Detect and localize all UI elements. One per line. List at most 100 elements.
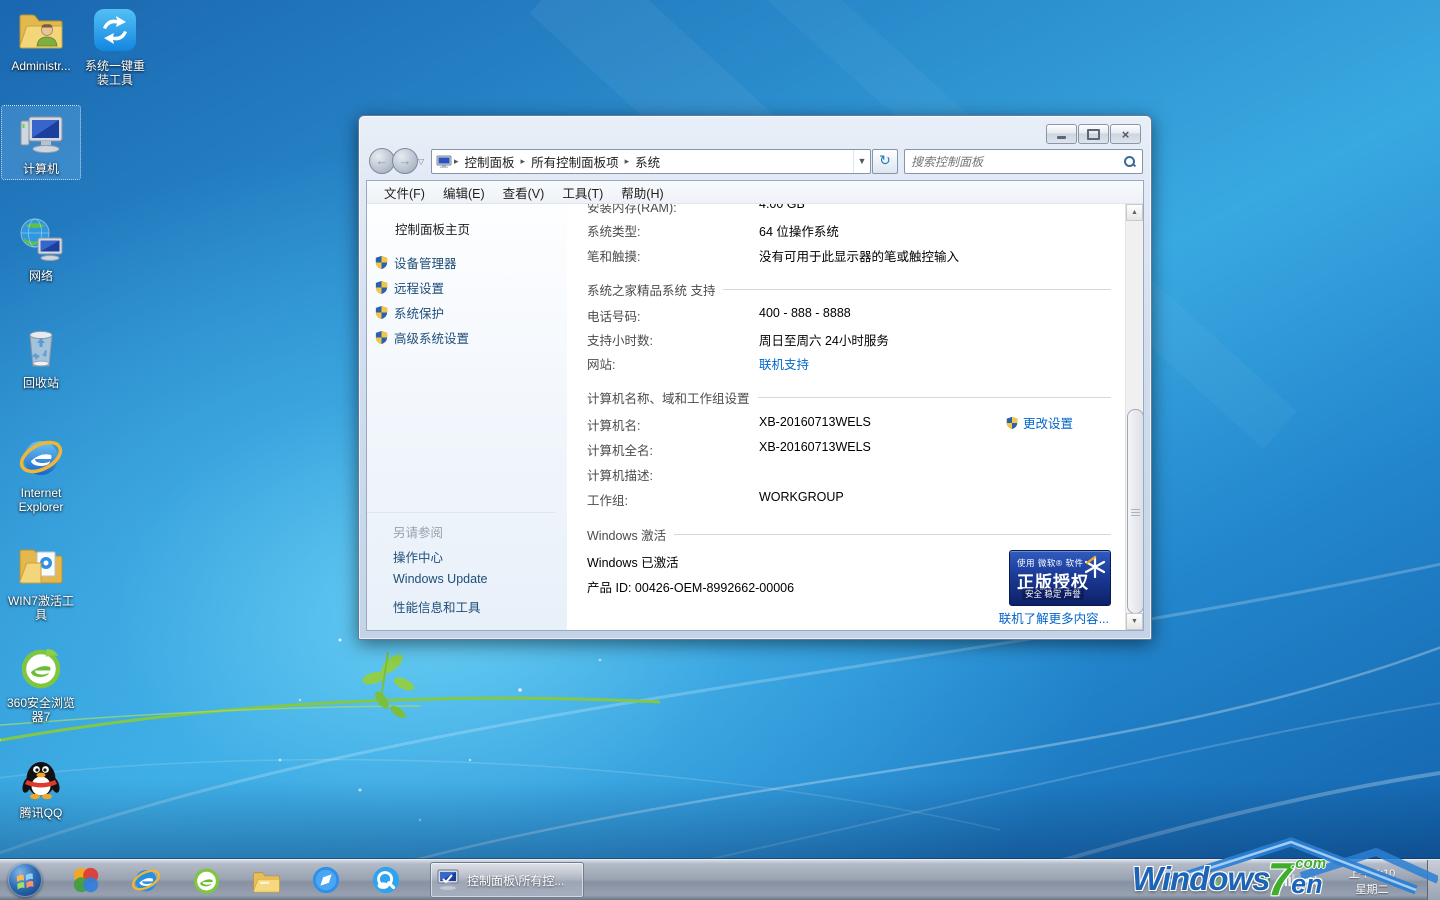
breadcrumb-system[interactable]: 系统 (631, 152, 664, 171)
tray-icon-action-center-flag[interactable] (1234, 873, 1249, 888)
desktop-icon-administrator[interactable]: Administr... (2, 6, 80, 73)
taskbar-icon-compass-browser[interactable] (309, 863, 343, 897)
swap-arrows-icon (91, 6, 139, 54)
taskbar-button-label: 控制面板\所有控... (467, 872, 564, 889)
menu-edit[interactable]: 编辑(E) (434, 183, 494, 202)
scrollbar-thumb[interactable] (1127, 409, 1143, 614)
forward-button[interactable]: → (392, 148, 418, 174)
scroll-down-icon[interactable]: ▼ (1126, 613, 1143, 630)
taskbar-icon-qq-browser[interactable] (369, 863, 403, 897)
computer-fullname-row: 计算机全名: XB-20160713WELS (587, 440, 871, 459)
menu-bar: 文件(F) 编辑(E) 查看(V) 工具(T) 帮助(H) (367, 181, 1143, 204)
internet-explorer-icon (130, 864, 162, 896)
taskbar-icon-360-safe[interactable] (69, 863, 103, 897)
field-value: XB-20160713WELS (759, 415, 871, 434)
sidebar-divider (367, 512, 555, 513)
field-label: 系统类型: (587, 221, 759, 240)
tray-icon-360[interactable] (1211, 873, 1226, 888)
network-icon (17, 216, 65, 264)
breadcrumb-control-panel[interactable]: 控制面板 (461, 152, 519, 171)
taskbar-active-window-button[interactable]: 控制面板\所有控... (430, 862, 584, 898)
sidebar-item-action-center[interactable]: 操作中心 (393, 547, 443, 566)
desktop-icon-label: Internet Explorer (2, 486, 80, 514)
desktop-icon-network[interactable]: 网络 (2, 216, 80, 283)
desktop-icon-recycle-bin[interactable]: 回收站 (2, 323, 80, 390)
taskbar-icon-360-browser[interactable] (189, 863, 223, 897)
desktop-icon-label: 网络 (2, 269, 80, 283)
360-browser-icon (191, 865, 222, 896)
desktop-icon-360-browser[interactable]: 360安全浏览 器7 (2, 643, 80, 724)
start-button[interactable] (8, 863, 42, 897)
field-value: 4.00 GB (759, 204, 805, 216)
folder-icon (251, 865, 282, 896)
taskbar-icon-explorer[interactable] (249, 863, 283, 897)
taskbar-icon-internet-explorer[interactable] (129, 863, 163, 897)
address-bar[interactable]: ▸ 控制面板 ▸ 所有控制面板项 ▸ 系统 ▼ (431, 149, 871, 174)
desktop-icon-tencent-qq[interactable]: 腾讯QQ (2, 753, 80, 820)
desktop-icon-label: 计算机 (2, 162, 80, 176)
section-rule (674, 534, 1111, 535)
section-rule (723, 289, 1111, 290)
tray-icon-network[interactable] (1280, 873, 1295, 888)
online-support-link[interactable]: 联机支持 (759, 354, 809, 373)
desktop-icon-label: 腾讯QQ (2, 806, 80, 820)
tray-icon-volume[interactable] (1303, 873, 1318, 888)
minimize-button[interactable] (1046, 124, 1077, 144)
scroll-up-icon[interactable]: ▲ (1126, 204, 1143, 221)
pen-touch-row: 笔和触摸: 没有可用于此显示器的笔或触控输入 (587, 246, 959, 265)
desktop-icon-win7-activation-tool[interactable]: WIN7激活工 具 (2, 541, 80, 622)
menu-view[interactable]: 查看(V) (494, 183, 554, 202)
change-settings-link[interactable]: 更改设置 (1023, 413, 1073, 432)
menu-file[interactable]: 文件(F) (375, 183, 434, 202)
sidebar-item-performance-tools[interactable]: 性能信息和工具 (393, 597, 481, 616)
recent-pages-chevron-icon[interactable]: ▽ (418, 157, 424, 166)
field-value: 64 位操作系统 (759, 221, 839, 240)
clock-time: 上午 4:10 (1328, 866, 1416, 882)
sidebar-item-windows-update[interactable]: Windows Update (393, 572, 488, 586)
desktop-icon-label: 回收站 (2, 376, 80, 390)
close-button[interactable]: × (1110, 124, 1141, 144)
tray-icon-antivirus-shield[interactable] (1257, 873, 1272, 888)
activation-status: Windows 已激活 (587, 552, 679, 571)
menu-help[interactable]: 帮助(H) (612, 183, 672, 202)
taskbar-clock[interactable]: 上午 4:10 星期二 (1328, 866, 1416, 898)
field-value: XB-20160713WELS (759, 440, 871, 459)
desktop-icon-label: 系统一键重 装工具 (76, 59, 154, 87)
breadcrumb-arrow-icon: ▸ (519, 156, 528, 167)
refresh-button[interactable]: ↻ (872, 149, 898, 174)
search-icon[interactable] (1123, 155, 1136, 168)
sidebar-item-system-protection[interactable]: 系统保护 (374, 303, 444, 322)
uac-shield-icon (374, 330, 389, 345)
navigation-bar: ← → ▽ ▸ 控制面板 ▸ 所有控制面板项 ▸ 系统 ▼ ↻ (359, 146, 1151, 176)
desktop-icon-system-reinstall-tool[interactable]: 系统一键重 装工具 (76, 6, 154, 87)
compass-icon (311, 865, 341, 895)
window-body: 文件(F) 编辑(E) 查看(V) 工具(T) 帮助(H) 控制面板主页 (366, 180, 1144, 631)
change-settings[interactable]: 更改设置 (1005, 413, 1073, 432)
close-icon: × (1122, 128, 1130, 141)
content-area: 控制面板主页 设备管理器 (367, 204, 1143, 630)
badge-line3: 安全 稳定 声誉 (1022, 588, 1084, 600)
desktop: Administr... 系统一键重 装工具 计算机 (0, 0, 1440, 900)
sidebar-item-device-manager[interactable]: 设备管理器 (374, 253, 457, 272)
field-label: 工作组: (587, 490, 759, 509)
section-title: Windows 激活 (587, 525, 666, 544)
desktop-icon-internet-explorer[interactable]: Internet Explorer (2, 433, 80, 514)
sidebar-item-control-panel-home[interactable]: 控制面板主页 (395, 219, 470, 238)
sidebar-item-advanced-system-settings[interactable]: 高级系统设置 (374, 328, 469, 347)
360-browser-icon (17, 643, 65, 691)
learn-more-online-link[interactable]: 联机了解更多内容... (999, 608, 1109, 627)
product-id: 产品 ID: 00426-OEM-8992662-00006 (587, 577, 794, 596)
search-input[interactable] (905, 155, 1123, 169)
sidebar-item-label: 设备管理器 (394, 253, 457, 272)
sidebar-item-remote-settings[interactable]: 远程设置 (374, 278, 444, 297)
show-desktop-button[interactable] (1427, 860, 1440, 900)
computer-name-section-header: 计算机名称、域和工作组设置 (587, 388, 1111, 407)
activation-status-row: Windows 已激活 (587, 552, 679, 571)
maximize-button[interactable] (1078, 124, 1109, 144)
breadcrumb-all-items[interactable]: 所有控制面板项 (527, 152, 623, 171)
vertical-scrollbar[interactable]: ▲ ▼ (1125, 204, 1143, 630)
menu-tools[interactable]: 工具(T) (553, 183, 612, 202)
clock-day: 星期二 (1328, 882, 1416, 898)
address-dropdown-icon[interactable]: ▼ (853, 150, 870, 173)
desktop-icon-computer[interactable]: 计算机 (2, 106, 80, 179)
